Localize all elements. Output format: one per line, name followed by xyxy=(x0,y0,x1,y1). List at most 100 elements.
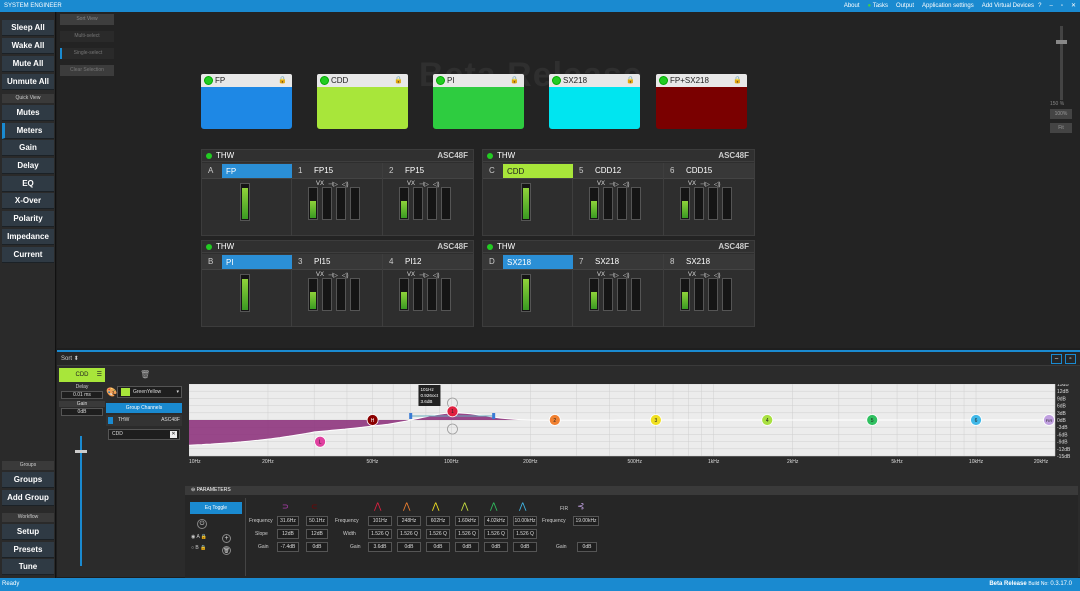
fir-gain[interactable]: 0dB xyxy=(577,542,597,552)
channel-label[interactable]: 6 CDD15 xyxy=(664,163,754,179)
groups-button[interactable]: Groups xyxy=(2,472,54,488)
lp-slope[interactable]: 12dB xyxy=(306,529,328,539)
amp-channel[interactable]: 3 PI15 VX ⊣▷ ◁) xyxy=(292,254,383,327)
view-impedance[interactable]: Impedance xyxy=(2,229,54,245)
band-frequency[interactable]: 248Hz xyxy=(397,516,421,526)
channel-label[interactable]: B PI xyxy=(202,254,292,270)
view-mutes[interactable]: Mutes xyxy=(2,105,54,121)
group-item-tag[interactable]: CDD ✕ xyxy=(108,429,180,440)
fir-frequency[interactable]: 19.00kHz xyxy=(573,516,599,526)
band-width[interactable]: 1.526 Q xyxy=(484,529,508,539)
amp-channel[interactable]: 4 PI12 VX ⊣▷ ◁) xyxy=(383,254,474,327)
band-gain[interactable]: 0dB xyxy=(484,542,508,552)
view-gain[interactable]: Gain xyxy=(2,140,54,156)
band-width[interactable]: 1.526 Q xyxy=(426,529,450,539)
color-select[interactable]: GreenYellow ▾ xyxy=(117,386,182,398)
band-frequency[interactable]: 1.60kHz xyxy=(455,516,479,526)
amp-channel[interactable]: 7 SX218 VX ⊣▷ ◁) xyxy=(573,254,664,327)
group-enabled-check[interactable] xyxy=(320,76,329,85)
panel-maximize-icon[interactable]: ▫ xyxy=(1065,354,1076,364)
peak-band-icon[interactable]: ⋀ xyxy=(519,501,526,512)
peak-band-icon[interactable]: ⋀ xyxy=(432,501,439,512)
gain-fader-thumb[interactable] xyxy=(75,450,87,453)
menu-app-settings[interactable]: Application settings xyxy=(922,0,974,12)
panel-minimize-icon[interactable]: – xyxy=(1051,354,1062,364)
presets-button[interactable]: Presets xyxy=(2,542,54,558)
band-gain[interactable]: 0dB xyxy=(397,542,421,552)
amp-channel[interactable]: 2 FP15 VX ⊣▷ ◁) xyxy=(383,163,474,236)
eq-toggle-button[interactable]: Eq Toggle xyxy=(190,502,242,514)
zoom-slider[interactable] xyxy=(1060,26,1063,100)
band-frequency[interactable]: 101Hz xyxy=(368,516,392,526)
amp-channel[interactable]: 5 CDD12 VX ⊣▷ ◁) xyxy=(573,163,664,236)
lock-icon[interactable]: 🔒 xyxy=(510,74,519,87)
group-tile-cdd[interactable]: CDD 🔒 xyxy=(317,74,408,130)
band-gain[interactable]: 0dB xyxy=(455,542,479,552)
amp-channel[interactable]: 8 SX218 VX ⊣▷ ◁) xyxy=(664,254,755,327)
peak-band-icon[interactable]: ⋀ xyxy=(374,501,381,512)
hp-frequency[interactable]: 31.6Hz xyxy=(277,516,299,526)
fir-filter-icon[interactable]: ⊰ xyxy=(577,501,585,512)
amp-channel[interactable]: C CDD xyxy=(483,163,573,236)
peak-band-icon[interactable]: ⋀ xyxy=(403,501,410,512)
band-gain[interactable]: 0dB xyxy=(513,542,537,552)
parameters-header[interactable]: ⊖ PARAMETERS xyxy=(185,486,1078,495)
group-tile-pi[interactable]: PI 🔒 xyxy=(433,74,524,130)
gain-field[interactable]: 0dB xyxy=(61,408,103,416)
group-tile-fp-sx218[interactable]: FP+SX218 🔒 xyxy=(656,74,747,130)
channel-label[interactable]: 2 FP15 xyxy=(383,163,473,179)
setup-button[interactable]: Setup xyxy=(2,524,54,540)
device-canvas[interactable]: Sort View Multi-select Single-select Cle… xyxy=(57,12,1080,348)
add-group-button[interactable]: Add Group xyxy=(2,490,54,506)
view-delay[interactable]: Delay xyxy=(2,158,54,174)
unmute-all-button[interactable]: Unmute All xyxy=(2,74,54,90)
band-frequency[interactable]: 10.00kHz xyxy=(513,516,537,526)
band-frequency[interactable]: 602Hz xyxy=(426,516,450,526)
menu-tasks[interactable]: ● Tasks xyxy=(868,0,889,12)
tune-button[interactable]: Tune xyxy=(2,559,54,575)
channel-label[interactable]: A FP xyxy=(202,163,292,179)
peak-band-icon[interactable]: ⋀ xyxy=(490,501,497,512)
band-width[interactable]: 1.526 Q xyxy=(397,529,421,539)
sleep-all-button[interactable]: Sleep All xyxy=(2,20,54,36)
group-enabled-check[interactable] xyxy=(204,76,213,85)
clear-selection-button[interactable]: Clear Selection xyxy=(60,65,114,76)
lock-icon[interactable]: 🔒 xyxy=(278,74,287,87)
channel-label[interactable]: 3 PI15 xyxy=(292,254,382,270)
group-enabled-check[interactable] xyxy=(552,76,561,85)
menu-about[interactable]: About xyxy=(844,0,860,12)
help-icon[interactable]: ? xyxy=(1038,0,1041,12)
sort-view-button[interactable]: Sort View xyxy=(60,14,114,25)
channel-label[interactable]: 8 SX218 xyxy=(664,254,754,270)
add-icon[interactable]: + xyxy=(222,534,231,543)
channel-label[interactable]: D SX218 xyxy=(483,254,573,270)
channel-label[interactable]: 4 PI12 xyxy=(383,254,473,270)
view-eq[interactable]: EQ xyxy=(2,176,54,192)
close-icon[interactable]: ✕ xyxy=(1071,0,1076,12)
hp-gain[interactable]: -7.4dB xyxy=(277,542,299,552)
lp-frequency[interactable]: 50.1Hz xyxy=(306,516,328,526)
lock-icon[interactable]: 🔒 xyxy=(394,74,403,87)
lp-gain[interactable]: 0dB xyxy=(306,542,328,552)
view-current[interactable]: Current xyxy=(2,247,54,263)
wake-all-button[interactable]: Wake All xyxy=(2,38,54,54)
band-width[interactable]: 1.526 Q xyxy=(513,529,537,539)
channel-label[interactable]: 7 SX218 xyxy=(573,254,663,270)
menu-add-virtual-devices[interactable]: Add Virtual Devices xyxy=(982,0,1034,12)
trash-icon[interactable]: 🗑 xyxy=(140,370,150,379)
preset-b-radio[interactable]: ○ B 🔒 xyxy=(191,545,206,551)
amp-card[interactable]: THW ASC48F A FP 1 FP15 VX ⊣▷ ◁) 2 FP15 VX ⊣▷… xyxy=(201,149,474,236)
zoom-fit-button[interactable]: Fit xyxy=(1050,123,1072,133)
gain-fader[interactable] xyxy=(80,436,82,566)
amp-channel[interactable]: B PI xyxy=(202,254,292,327)
amp-card[interactable]: THW ASC48F D SX218 7 SX218 VX ⊣▷ ◁) 8 SX218… xyxy=(482,240,755,327)
preset-a-radio[interactable]: ◉ A 🔒 xyxy=(191,534,207,540)
amp-channel[interactable]: 1 FP15 VX ⊣▷ ◁) xyxy=(292,163,383,236)
band-gain[interactable]: 3.6dB xyxy=(368,542,392,552)
lock-icon[interactable]: 🔒 xyxy=(626,74,635,87)
amp-header[interactable]: THW ASC48F xyxy=(202,241,473,253)
amp-header[interactable]: THW ASC48F xyxy=(202,150,473,162)
peak-band-icon[interactable]: ⋀ xyxy=(461,501,468,512)
amp-card[interactable]: THW ASC48F C CDD 5 CDD12 VX ⊣▷ ◁) 6 CDD15 V… xyxy=(482,149,755,236)
sort-label[interactable]: Sort xyxy=(61,356,72,362)
